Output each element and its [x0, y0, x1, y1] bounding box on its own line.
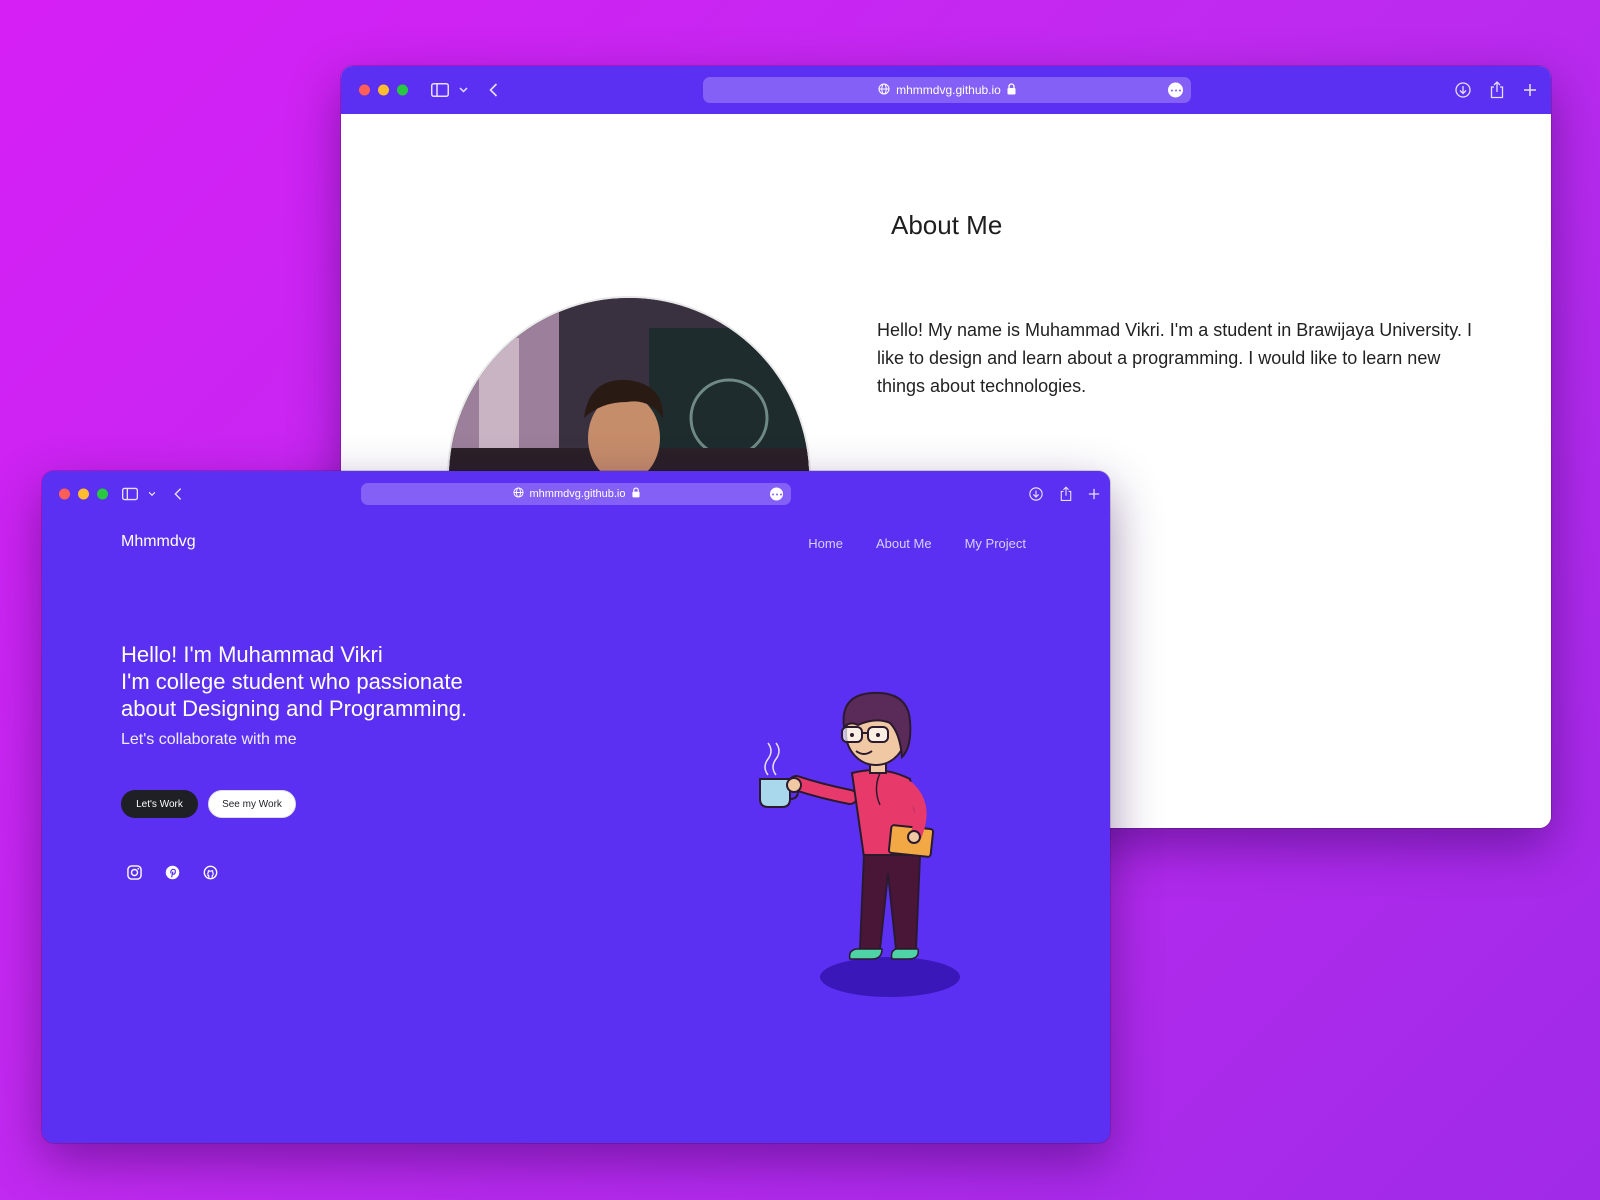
share-icon[interactable]: [1060, 486, 1072, 502]
nav-my-project[interactable]: My Project: [965, 536, 1026, 551]
github-icon[interactable]: [202, 864, 218, 880]
chevron-down-icon[interactable]: [148, 491, 156, 497]
window-controls: [59, 488, 108, 500]
new-tab-icon[interactable]: [1523, 83, 1537, 97]
new-tab-icon[interactable]: [1088, 488, 1100, 500]
home-page: Mhmmdvg Home About Me My Project Hello! …: [42, 517, 1110, 1143]
page-menu-icon[interactable]: [770, 487, 783, 501]
hero-line: Hello! I'm Muhammad Vikri: [121, 642, 383, 667]
chevron-down-icon[interactable]: [459, 87, 468, 93]
address-bar[interactable]: mhmmdvg.github.io: [703, 77, 1191, 103]
browser-window-home: mhmmdvg.github.io Mhmmdvg Home About Me …: [42, 471, 1110, 1143]
about-text: Hello! My name is Muhammad Vikri. I'm a …: [877, 320, 1472, 396]
downloads-icon[interactable]: [1455, 82, 1471, 98]
main-nav: Home About Me My Project: [808, 536, 1026, 551]
minimize-window-button[interactable]: [378, 84, 389, 96]
browser-toolbar: mhmmdvg.github.io: [42, 471, 1110, 517]
brand-logo[interactable]: Mhmmdvg: [121, 533, 196, 551]
hero-line: I'm college student who passionate: [121, 669, 463, 694]
nav-about-me[interactable]: About Me: [876, 536, 932, 551]
downloads-icon[interactable]: [1029, 487, 1043, 501]
share-icon[interactable]: [1490, 81, 1504, 99]
sidebar-toggle-icon[interactable]: [431, 83, 449, 97]
zoom-window-button[interactable]: [397, 84, 408, 96]
instagram-icon[interactable]: [126, 864, 142, 880]
close-window-button[interactable]: [59, 488, 70, 500]
page-menu-icon[interactable]: [1168, 82, 1183, 98]
nav-home[interactable]: Home: [808, 536, 843, 551]
hero-subtitle: Let's collaborate with me: [121, 731, 297, 748]
hero-line: about Designing and Programming.: [121, 696, 468, 721]
browser-toolbar: mhmmdvg.github.io: [341, 66, 1551, 114]
address-bar[interactable]: mhmmdvg.github.io: [361, 483, 791, 505]
minimize-window-button[interactable]: [78, 488, 89, 500]
close-window-button[interactable]: [359, 84, 370, 96]
back-icon[interactable]: [174, 488, 182, 501]
hero-title: Hello! I'm Muhammad Vikri I'm college st…: [121, 641, 541, 722]
about-title: About Me: [891, 210, 1003, 240]
sidebar-toggle-icon[interactable]: [122, 487, 138, 501]
globe-icon: [878, 83, 890, 98]
lock-icon: [1007, 82, 1016, 98]
pinterest-icon[interactable]: [164, 864, 180, 880]
address-text: mhmmdvg.github.io: [529, 488, 626, 500]
window-controls: [359, 84, 408, 96]
back-icon[interactable]: [489, 83, 498, 97]
globe-icon: [512, 487, 524, 501]
lets-work-button[interactable]: Let's Work: [121, 790, 198, 818]
see-my-work-button[interactable]: See my Work: [208, 790, 296, 818]
lock-icon: [631, 487, 640, 501]
zoom-window-button[interactable]: [97, 488, 108, 500]
social-links: [126, 864, 218, 880]
character-illustration: [759, 691, 960, 997]
address-text: mhmmdvg.github.io: [896, 83, 1001, 97]
